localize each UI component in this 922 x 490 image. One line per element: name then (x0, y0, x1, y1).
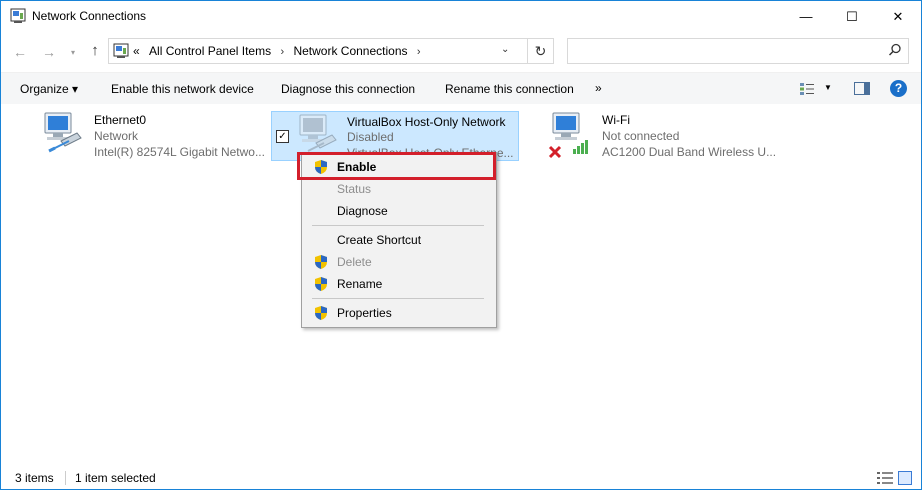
disconnected-x-icon (548, 145, 562, 159)
menu-item-properties[interactable]: Properties (304, 302, 494, 324)
connection-item-ethernet[interactable]: Ethernet0 Network Intel(R) 82574L Gigabi… (37, 109, 267, 161)
forward-arrow-icon[interactable]: → (41, 44, 57, 60)
connection-name: Ethernet0 (94, 113, 147, 127)
title-bar: Network Connections — ☐ ✕ (1, 1, 921, 32)
menu-item-diagnose[interactable]: Diagnose (304, 200, 494, 222)
status-separator (65, 471, 66, 485)
maximize-button[interactable]: ☐ (829, 1, 875, 32)
window-title: Network Connections (32, 9, 147, 23)
breadcrumb-separator-icon[interactable]: › (280, 46, 284, 58)
search-icon[interactable] (888, 43, 902, 57)
recent-locations-chevron-icon[interactable]: ▾ (65, 48, 81, 57)
network-connections-icon (10, 8, 26, 23)
menu-item-rename[interactable]: Rename (304, 273, 494, 295)
menu-item-status: Status (304, 178, 494, 200)
uac-shield-icon (315, 306, 327, 320)
breadcrumb-overflow[interactable]: « (133, 44, 140, 58)
more-commands-chevron-icon[interactable]: » (595, 81, 602, 95)
explorer-window: Network Connections — ☐ ✕ ← → ▾ ↑ « All … (0, 0, 922, 490)
connection-status: Not connected (602, 129, 680, 143)
selection-count: 1 item selected (75, 471, 156, 485)
close-button[interactable]: ✕ (875, 1, 921, 32)
breadcrumb-item-network-connections[interactable]: Network Connections (293, 44, 407, 58)
details-view-icon[interactable] (877, 472, 893, 484)
command-bar: Organize ▾ Enable this network device Di… (1, 72, 921, 104)
breadcrumb-separator-icon[interactable]: › (417, 46, 421, 58)
organize-menu[interactable]: Organize ▾ (20, 82, 78, 96)
menu-item-label: Create Shortcut (337, 233, 422, 247)
menu-item-label: Diagnose (337, 204, 388, 218)
preview-pane-icon[interactable] (854, 82, 870, 95)
navigation-bar: ← → ▾ ↑ « All Control Panel Items › Netw… (1, 32, 921, 72)
address-bar[interactable]: « All Control Panel Items › Network Conn… (108, 38, 554, 64)
search-input[interactable] (567, 38, 909, 64)
ethernet-adapter-icon (44, 112, 82, 153)
breadcrumb-item-control-panel[interactable]: All Control Panel Items (149, 44, 271, 58)
status-bar: 3 items 1 item selected (1, 467, 921, 489)
menu-item-label: Status (337, 182, 372, 196)
disabled-adapter-icon (299, 114, 337, 152)
uac-shield-icon (315, 277, 327, 291)
tiles-view-icon[interactable] (898, 471, 912, 485)
address-dropdown-icon[interactable]: ⌄ (501, 44, 509, 55)
menu-item-delete: Delete (304, 251, 494, 273)
help-icon[interactable]: ? (890, 80, 907, 97)
connection-status: Network (94, 129, 139, 143)
item-count: 3 items (15, 471, 54, 485)
item-checkbox[interactable]: ✓ (276, 130, 289, 143)
menu-item-create-shortcut[interactable]: Create Shortcut (304, 229, 494, 251)
menu-separator (312, 298, 484, 299)
enable-device-button[interactable]: Enable this network device (111, 82, 254, 96)
view-dropdown-icon[interactable]: ▼ (824, 83, 832, 92)
menu-separator (312, 225, 484, 226)
uac-shield-icon (315, 255, 327, 269)
connection-status: Disabled (347, 130, 394, 144)
rename-connection-button[interactable]: Rename this connection (445, 82, 574, 96)
minimize-button[interactable]: — (783, 1, 829, 32)
connection-name: VirtualBox Host-Only Network (347, 115, 506, 129)
control-panel-icon (113, 43, 129, 58)
up-arrow-icon[interactable]: ↑ (87, 42, 103, 59)
highlight-annotation (297, 152, 496, 180)
menu-item-label: Rename (337, 277, 383, 291)
breadcrumb: « All Control Panel Items › Network Conn… (133, 44, 427, 58)
change-view-icon[interactable] (800, 83, 814, 95)
back-arrow-icon[interactable]: ← (12, 44, 28, 60)
connection-item-wifi[interactable]: Wi-Fi Not connected AC1200 Dual Band Wir… (545, 109, 785, 161)
connection-device: AC1200 Dual Band Wireless U... (602, 145, 777, 159)
connection-device: Intel(R) 82574L Gigabit Netwo... (94, 145, 264, 159)
diagnose-connection-button[interactable]: Diagnose this connection (281, 82, 415, 96)
menu-item-label: Delete (337, 255, 372, 269)
refresh-icon[interactable]: ↻ (527, 39, 553, 63)
connection-name: Wi-Fi (602, 113, 630, 127)
menu-item-label: Properties (337, 306, 392, 320)
